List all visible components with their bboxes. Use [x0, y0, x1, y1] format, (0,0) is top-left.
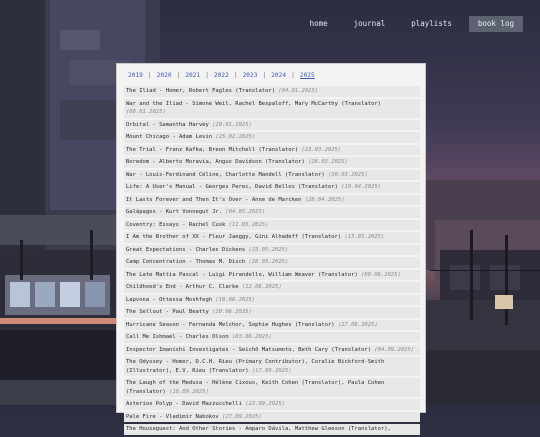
book-entry: The Odyssey - Homer, D.C.H. Rieu (Primar… [124, 357, 420, 376]
book-title: Inspector Imanishi Investigates - Seichō… [126, 346, 372, 353]
book-title: Hurricane Season - Fernanda Melchor, Sop… [126, 321, 335, 328]
book-title: Childhood's End - Arthur C. Clarke [126, 284, 239, 290]
book-date: (03.06.2025) [231, 334, 272, 340]
book-entry: Camp Concentration - Thomas M. Disch (28… [124, 257, 420, 268]
book-date: (30.03.2025) [328, 171, 368, 178]
year-link-2025[interactable]: 2025 [297, 72, 318, 79]
year-link-2019[interactable]: 2019 [125, 72, 146, 79]
book-list: The Iliad - Homer, Robert Fagles (Transl… [124, 86, 420, 437]
book-entry: Mount Chicago - Adam Levin (25.02.2025) [124, 132, 420, 143]
book-entry: Hurricane Season - Fernanda Melchor, Sop… [124, 319, 420, 330]
year-separator: | [176, 72, 181, 79]
book-date: (27.06.2025) [337, 321, 378, 328]
book-entry: Great Expectations - Charles Dickens (23… [124, 244, 420, 255]
book-date: (18.09.2025) [169, 388, 209, 395]
book-entry: Inspector Imanishi Investigates - Seichō… [124, 344, 420, 355]
book-entry: Childhood's End - Arthur C. Clarke (12.0… [124, 282, 420, 293]
book-log-panel: 2019 | 2020 | 2021 | 2022 | 2023 | 2024 … [116, 63, 426, 435]
book-date: (28.05.2025) [248, 259, 289, 265]
book-date: (25.02.2025) [215, 134, 256, 140]
nav-playlists-link[interactable]: playlists [402, 16, 461, 32]
book-title: The Trial - Franz Kafka, Breon Mitchell … [126, 146, 299, 153]
book-date: (17.09.2025) [251, 367, 292, 374]
year-link-2024[interactable]: 2024 [268, 72, 289, 79]
book-entry: The Sellout - Paul Beatty (20.06.2025) [124, 307, 420, 318]
year-link-2023[interactable]: 2023 [240, 72, 261, 79]
nav-home-link[interactable]: home [301, 16, 337, 32]
book-date: (12.06.2025) [241, 284, 282, 290]
year-separator: | [291, 72, 295, 79]
nav-journal-link[interactable]: journal [345, 16, 395, 32]
book-entry: The Trial - Franz Kafka, Breon Mitchell … [124, 144, 420, 155]
year-link-2022[interactable]: 2022 [211, 72, 232, 79]
book-date: (28.04.2025) [304, 196, 345, 203]
book-date: (23.03.2025) [301, 146, 342, 153]
book-entry: Life: A User's Manual - Georges Perec, D… [124, 182, 420, 193]
book-entry: Lapvona - Ottessa Moshfegh (18.06.2025) [124, 294, 420, 305]
book-date: (18.06.2025) [215, 296, 256, 303]
book-entry: The Late Mattia Pascal - Luigi Pirandell… [124, 269, 420, 280]
book-entry: War - Louis-Ferdinand Céline, Charlotte … [124, 169, 420, 180]
year-link-2021[interactable]: 2021 [182, 72, 203, 79]
book-date: (11.05.2025) [228, 221, 269, 228]
book-date: (22.09.2025) [245, 401, 285, 407]
book-date: (13.05.2025) [344, 234, 385, 240]
book-title: Asterios Polyp - David Mazzucchelli [126, 401, 242, 407]
book-title: The Houseguest: And Other Stories - Ampa… [126, 426, 391, 432]
year-link-2020[interactable]: 2020 [154, 72, 175, 79]
book-entry: Asterios Polyp - David Mazzucchelli (22.… [124, 399, 420, 410]
book-date: (19.01.2025) [212, 121, 252, 128]
book-date: (19.04.2025) [341, 184, 381, 190]
book-entry: Coventry: Essays - Rachel Cusk (11.05.20… [124, 219, 420, 230]
book-date: (23.05.2025) [248, 246, 289, 253]
book-date: (08.01.2025) [126, 109, 166, 115]
nav-book-log-link[interactable]: book log [468, 16, 523, 32]
year-separator: | [205, 72, 209, 79]
book-date: (20.06.2025) [212, 309, 252, 315]
book-date: (04.05.2025) [225, 209, 266, 215]
book-title: War and the Iliad - Simone Weil, Rachel … [126, 100, 381, 107]
book-title: Camp Concentration - Thomas M. Disch [126, 259, 246, 265]
book-title: The Late Mattia Pascal - Luigi Pirandell… [126, 271, 358, 278]
book-entry: Call Me Ishmael - Charles Olson (03.06.2… [124, 332, 420, 343]
book-date: (27.09.2025) [222, 413, 262, 420]
book-title: Life: A User's Manual - Georges Perec, D… [126, 184, 338, 190]
book-title: The Laugh of the Medusa - Hélène Cixous,… [126, 380, 385, 395]
book-title: The Iliad - Homer, Robert Fagles (Transl… [126, 88, 276, 94]
year-separator: | [262, 72, 267, 79]
year-selector: 2019 | 2020 | 2021 | 2022 | 2023 | 2024 … [125, 72, 318, 79]
book-date: (04.01.2025) [278, 88, 319, 94]
book-entry: Boredom - Alberto Moravia, Angus Davidso… [124, 157, 420, 168]
book-date: (28.03.2025) [308, 159, 348, 165]
book-title: Great Expectations - Charles Dickens [126, 246, 246, 253]
book-title: Mount Chicago - Adam Levin [126, 134, 213, 140]
year-separator: | [233, 72, 238, 79]
book-title: The Sellout - Paul Beatty [126, 309, 209, 315]
book-entry: Orbital - Samantha Harvey (19.01.2025) [124, 119, 420, 130]
book-title: Orbital - Samantha Harvey [126, 121, 209, 128]
book-title: Galápagos - Kurt Vonnegut Jr. [126, 209, 223, 215]
year-separator: | [147, 72, 152, 79]
book-date: (09.06.2025) [361, 271, 401, 278]
book-entry: Pale Fire - Vladimir Nabokov (27.09.2025… [124, 411, 420, 422]
book-title: War - Louis-Ferdinand Céline, Charlotte … [126, 171, 325, 178]
book-date: (04.09.2025) [374, 346, 415, 353]
book-entry: War and the Iliad - Simone Weil, Rachel … [124, 98, 420, 118]
book-title: Call Me Ishmael - Charles Olson [126, 334, 229, 340]
book-title: It Lasts Forever and Then It's Over - An… [126, 196, 302, 203]
book-title: Pale Fire - Vladimir Nabokov [126, 413, 219, 420]
book-title: Lapvona - Ottessa Moshfegh [126, 296, 213, 303]
book-title: Boredom - Alberto Moravia, Angus Davidso… [126, 159, 305, 165]
book-title: I Am the Brother of XX - Fleur Jaeggy, G… [126, 234, 342, 240]
book-entry: The Laugh of the Medusa - Hélène Cixous,… [124, 378, 420, 397]
book-entry: I Am the Brother of XX - Fleur Jaeggy, G… [124, 232, 420, 243]
book-entry: It Lasts Forever and Then It's Over - An… [124, 194, 420, 205]
book-entry: The Houseguest: And Other Stories - Ampa… [124, 424, 420, 435]
book-title: Coventry: Essays - Rachel Cusk [126, 221, 226, 228]
top-navigation: home journal playlists book log [301, 16, 540, 32]
book-entry: Galápagos - Kurt Vonnegut Jr. (04.05.202… [124, 207, 420, 218]
book-entry: The Iliad - Homer, Robert Fagles (Transl… [124, 86, 420, 97]
